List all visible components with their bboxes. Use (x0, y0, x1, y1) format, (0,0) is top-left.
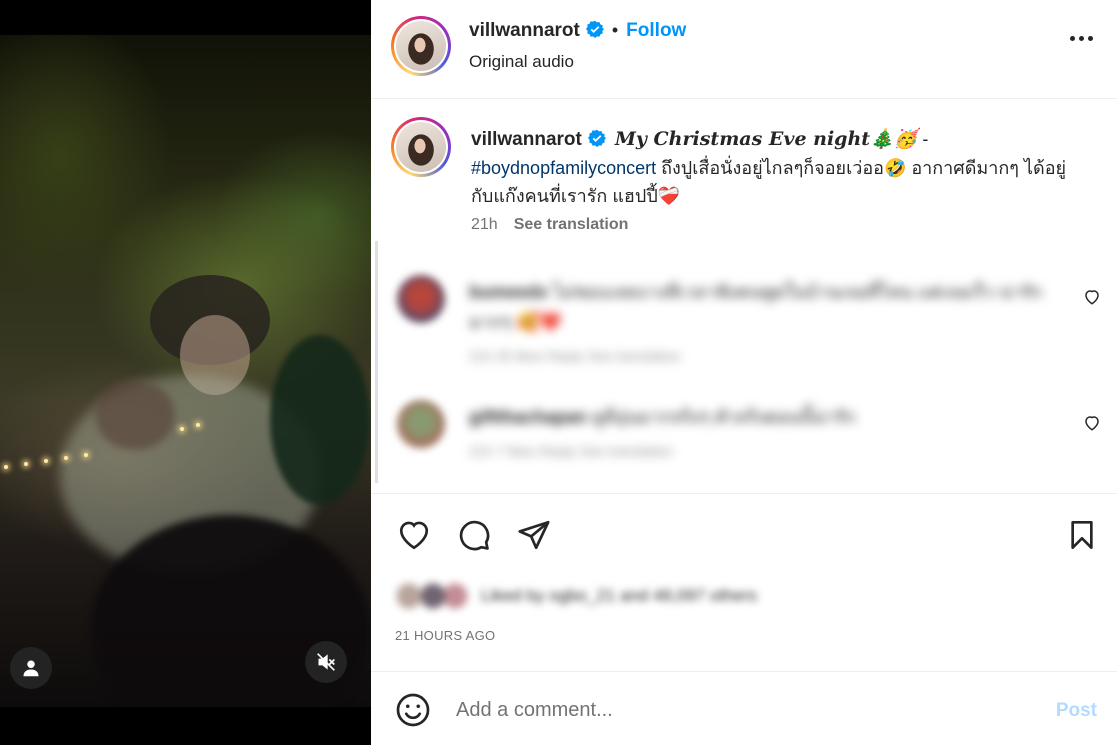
paper-plane-icon (518, 520, 550, 550)
see-translation-button[interactable]: See translation (514, 216, 629, 233)
user-icon (23, 660, 39, 677)
follow-button[interactable]: Follow (626, 20, 686, 41)
more-options-icon[interactable] (1070, 36, 1093, 41)
caption-dash: - (917, 129, 929, 149)
caption-meta: 21h See translation (471, 216, 628, 234)
comment-input[interactable] (456, 694, 1016, 726)
caption-username[interactable]: villwannarot (471, 129, 582, 150)
comment-body: bumeedx ไม่ชอบเลยบางทีเวลาฟังคนพูดในบ้าน… (469, 277, 1049, 371)
post-details-panel: villwannarot • Follow Original audio vill… (371, 0, 1117, 745)
comment-meta: 21h 35 likes Reply See translation (469, 348, 681, 364)
like-button[interactable] (395, 516, 433, 554)
speaker-muted-icon (317, 653, 335, 671)
audio-link[interactable]: Original audio (469, 52, 574, 72)
heart-icon (399, 521, 429, 550)
hashtag-link[interactable]: #boydnopfamilyconcert (471, 158, 656, 178)
save-button[interactable] (1063, 516, 1101, 554)
post-header: villwannarot • Follow Original audio (371, 0, 1117, 99)
comment-like-icon[interactable] (1083, 288, 1101, 306)
likes-summary[interactable]: Liked by ogbo_21 and 48,097 others (395, 578, 757, 614)
share-button[interactable] (515, 516, 553, 554)
emoji-icon[interactable] (395, 692, 431, 728)
caption-time: 21h (471, 216, 498, 233)
section-divider (371, 493, 1117, 494)
comment-bubble-icon (459, 520, 490, 551)
caption-text: villwannarot My Christmas Eve night🎄🥳 - … (471, 125, 1081, 210)
post-timestamp[interactable]: 21 HOURS AGO (395, 628, 495, 643)
add-comment-bar: Post (371, 671, 1117, 745)
separator-dot: • (611, 20, 619, 40)
caption-avatar[interactable] (391, 117, 451, 177)
author-username[interactable]: villwannarot (469, 20, 580, 41)
commenter-avatar[interactable] (397, 275, 445, 323)
commenter-username[interactable]: giftthachapan (469, 407, 587, 427)
comment-meta: 21h 7 likes Reply See translation (469, 443, 673, 459)
comment-text: ไม่ชอบเลยบางทีเวลาฟังคนพูดในบ้านเจอที่ไห… (469, 282, 1043, 332)
comments-scrollbar[interactable] (375, 241, 378, 483)
string-lights (0, 423, 220, 475)
tagged-users-button[interactable] (10, 647, 52, 689)
likes-text: Liked by ogbo_21 and 48,097 others (481, 586, 758, 605)
verified-badge-icon (587, 129, 606, 147)
post-button[interactable]: Post (1056, 700, 1097, 722)
comment-like-icon[interactable] (1083, 414, 1101, 432)
author-line: villwannarot • Follow (469, 20, 686, 42)
action-bar (395, 516, 553, 554)
instagram-post-viewer: villwannarot • Follow Original audio vill… (0, 0, 1117, 745)
caption-title: My Christmas Eve night🎄🥳 (614, 128, 918, 150)
liker-avatars (395, 579, 471, 613)
reel-video[interactable] (0, 0, 371, 745)
bookmark-icon (1071, 521, 1093, 549)
verified-badge-icon (585, 20, 604, 38)
author-avatar[interactable] (391, 16, 451, 76)
mute-toggle-button[interactable] (305, 641, 347, 683)
comment-text: ดูดีอุ่นมากจริงๆ ตัวจริงตอนนี้น่ารัก (592, 407, 856, 427)
video-frame[interactable] (0, 35, 371, 707)
commenter-avatar[interactable] (397, 400, 445, 448)
comments-list: bumeedx ไม่ชอบเลยบางทีเวลาฟังคนพูดในบ้าน… (371, 241, 1117, 493)
person-jacket (270, 335, 370, 505)
comment-button[interactable] (455, 516, 493, 554)
comment-body: giftthachapan ดูดีอุ่นมากจริงๆ ตัวจริงตอ… (469, 402, 1049, 466)
commenter-username[interactable]: bumeedx (469, 282, 548, 302)
